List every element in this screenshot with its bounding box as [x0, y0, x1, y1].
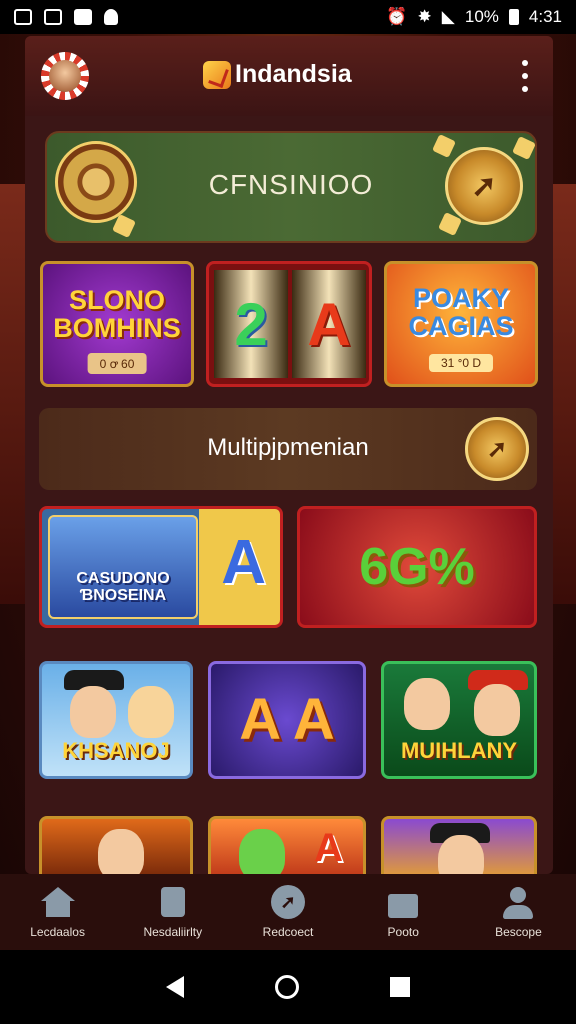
nav-item-redcoect[interactable]: ➚ Redcoect: [230, 874, 345, 950]
nav-item-nesdaliirlty[interactable]: Nesdaliirlty: [115, 874, 230, 950]
character-face: [70, 686, 116, 738]
nav-item-bescope[interactable]: Bescope: [461, 874, 576, 950]
game-symbol: A: [221, 528, 266, 597]
gallery-icon: [14, 9, 32, 25]
notification-icon: [104, 9, 118, 25]
nav-label: Nesdaliirlty: [143, 925, 203, 939]
game-title: 6G%: [359, 537, 475, 596]
character-face: [98, 829, 144, 874]
slot-machine-right: [550, 184, 576, 604]
nav-label: Lecdaalos: [30, 925, 85, 939]
character-face: [128, 686, 174, 738]
avatar-face: [49, 60, 81, 92]
character-face: [474, 684, 520, 736]
clock: 4:31: [528, 7, 562, 26]
app-title: Indandsia: [235, 60, 352, 88]
game-subtitle: 31 ᐤ0 D: [428, 354, 494, 372]
more-menu-icon[interactable]: [515, 60, 535, 92]
wifi-icon: ◣: [441, 7, 455, 26]
arrow-icon: ➚: [471, 169, 497, 203]
game-tile-row4-1[interactable]: [39, 816, 193, 874]
avatar[interactable]: [41, 52, 89, 100]
character-face: [438, 835, 484, 874]
alarm-icon: ⏰: [386, 7, 408, 26]
multiplayer-banner[interactable]: Multipjpmenian ➚: [39, 408, 537, 490]
slot-machine-left: [0, 184, 26, 604]
message-icon: [74, 9, 92, 25]
game-tile-muihlany[interactable]: MUIHLANY: [381, 661, 537, 779]
nav-label: Redcoect: [262, 925, 314, 939]
game-tile-aa[interactable]: A A: [208, 661, 366, 779]
game-tile-row4-2[interactable]: A: [208, 816, 366, 874]
reel-symbol: 2: [214, 270, 288, 378]
game-title: A: [314, 826, 343, 870]
brand: Indandsia: [203, 60, 352, 89]
game-tile-6g[interactable]: 6G%: [297, 506, 537, 628]
casino-banner[interactable]: CFNSINIOO ➚: [45, 131, 537, 243]
game-tile-slono[interactable]: SLONO BOMHINS 0 ꝍ 60: [40, 261, 194, 387]
nav-item-lecdaalos[interactable]: Lecdaalos: [0, 874, 115, 950]
back-icon[interactable]: [165, 976, 184, 998]
reel-symbol: A: [292, 270, 366, 378]
multiplayer-play-button[interactable]: ➚: [465, 417, 529, 481]
home-button-icon[interactable]: [274, 975, 299, 999]
battery-icon: [508, 9, 519, 25]
game-tile-khsanoj[interactable]: KHSANOJ: [39, 661, 193, 779]
character-face: [404, 678, 450, 730]
multiplayer-title: Multipjpmenian: [207, 434, 369, 461]
vibrate-icon: ✸: [417, 7, 432, 26]
arrow-icon: ➚: [486, 435, 508, 463]
game-title: MUIHLANY: [400, 737, 518, 763]
brand-logo-icon: [203, 60, 231, 89]
dice-icon: [432, 134, 456, 158]
dice-icon: [512, 136, 536, 160]
game-title: A A: [239, 686, 335, 752]
bag-icon: [156, 885, 190, 919]
game-title: CASUDONO ƁNOSEINA: [76, 570, 170, 604]
game-tile-reels[interactable]: 2 A: [206, 261, 372, 387]
system-navigation-bar: [0, 950, 576, 1024]
bottom-navigation: Lecdaalos Nesdaliirlty ➚ Redcoect Pooto …: [0, 874, 576, 950]
app-header: Indandsia: [25, 36, 553, 116]
game-title: KHSANOJ: [62, 737, 170, 763]
profile-icon: [501, 885, 535, 919]
home-icon: [40, 885, 75, 919]
app-panel: Indandsia CFNSINIOO ➚ SLONO BOMHINS 0 ꝍ …: [25, 36, 553, 874]
recents-icon[interactable]: [390, 977, 411, 997]
nav-item-pooto[interactable]: Pooto: [346, 874, 461, 950]
image-icon: [44, 9, 62, 25]
casino-play-button[interactable]: ➚: [445, 147, 523, 225]
game-tile-poaky[interactable]: POAKY CAGIAS 31 ᐤ0 D: [384, 261, 538, 387]
briefcase-icon: [386, 885, 420, 919]
game-title: SLONO BOMHINS: [53, 284, 181, 343]
game-tile-row4-3[interactable]: [381, 816, 537, 874]
game-tile-casudono[interactable]: CASUDONO ƁNOSEINA A: [39, 506, 283, 628]
chat-icon: ➚: [271, 885, 305, 919]
character-face: [239, 829, 285, 874]
battery-level: 10%: [464, 7, 499, 26]
game-title: POAKY CAGIAS: [408, 282, 514, 341]
status-bar: ⏰ ✸ ◣ 10% 4:31: [0, 0, 576, 34]
game-subtitle: 0 ꝍ 60: [87, 353, 147, 374]
nav-label: Bescope: [495, 925, 542, 939]
nav-label: Pooto: [387, 925, 419, 939]
